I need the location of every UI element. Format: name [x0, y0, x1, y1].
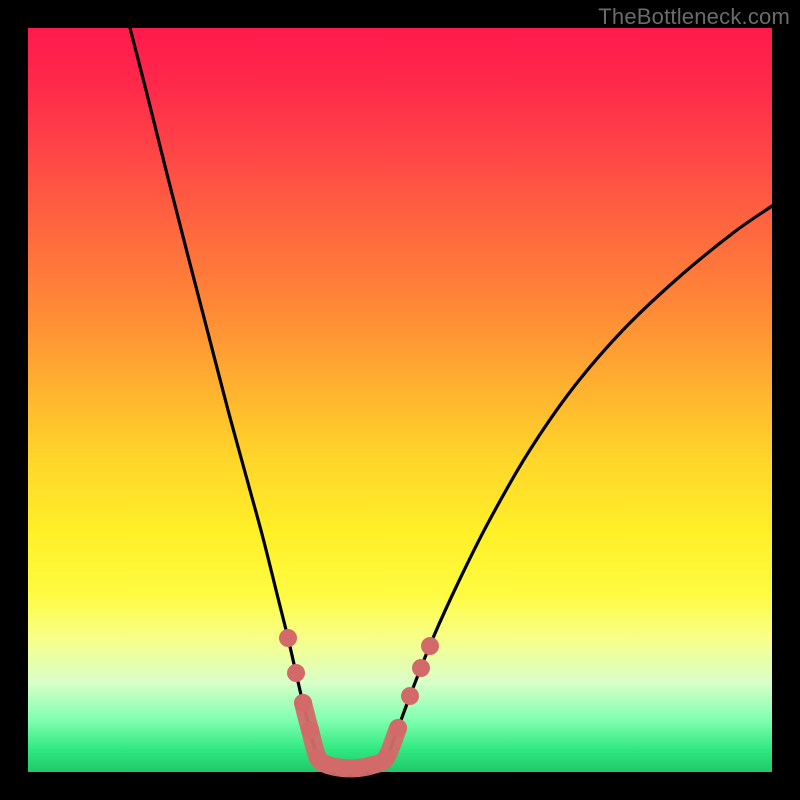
marker-dot [412, 659, 430, 677]
marker-dot [401, 687, 419, 705]
marker-dot [287, 664, 305, 682]
marker-dot [294, 694, 312, 712]
curve-svg [28, 28, 772, 772]
plot-area [28, 28, 772, 772]
marker-dot [301, 721, 319, 739]
bottleneck-curve [130, 28, 772, 768]
marker-dot [389, 719, 407, 737]
marker-dot [319, 756, 337, 774]
marker-dot [279, 629, 297, 647]
marker-dot [377, 749, 395, 767]
marker-dot [421, 637, 439, 655]
outer-frame: TheBottleneck.com [0, 0, 800, 800]
marker-dot [349, 759, 367, 777]
watermark-text: TheBottleneck.com [598, 4, 790, 30]
